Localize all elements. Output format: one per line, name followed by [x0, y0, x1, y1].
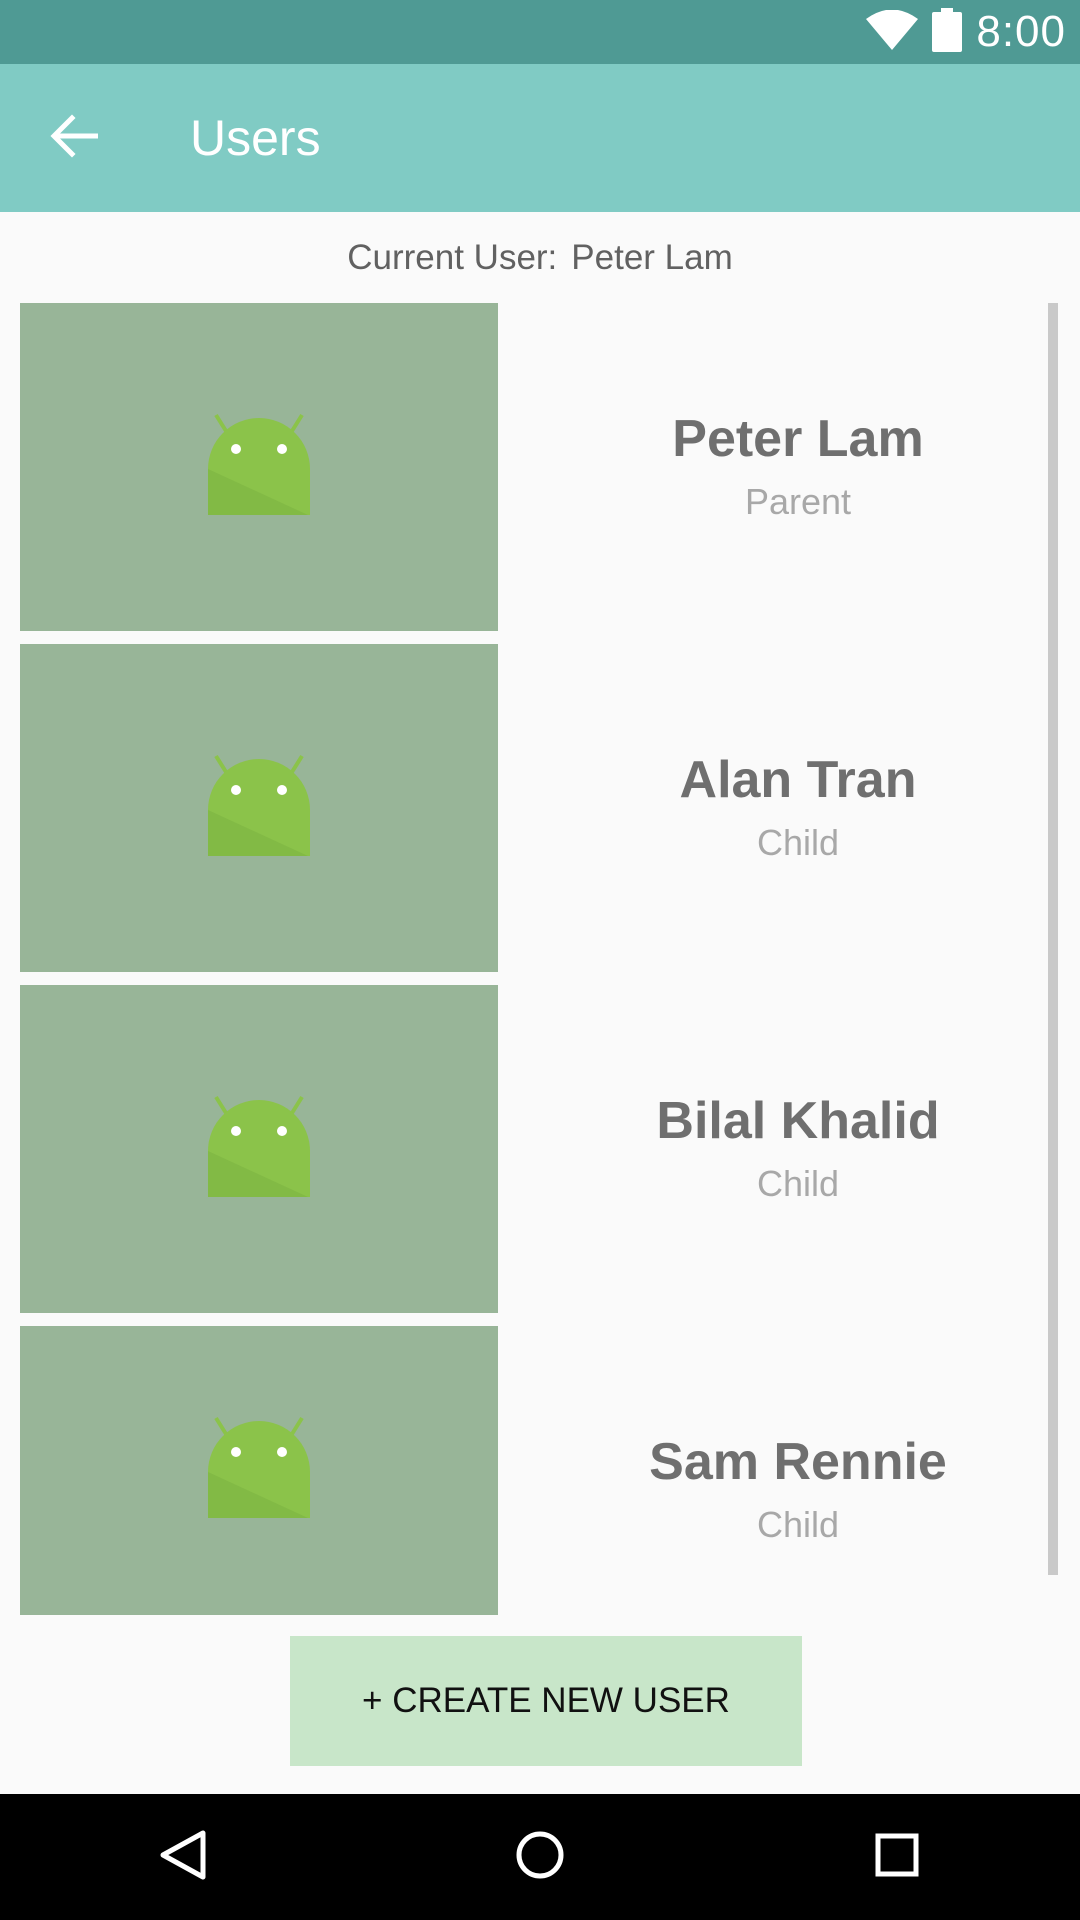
nav-recents-button[interactable] [862, 1822, 932, 1892]
user-role: Child [756, 1163, 840, 1204]
page-title: Users [190, 110, 321, 166]
back-triangle-icon [159, 1829, 207, 1886]
user-name: Peter Lam [672, 410, 924, 468]
user-avatar [20, 644, 498, 972]
user-info: Sam Rennie Child [498, 1326, 1060, 1615]
android-icon [204, 1093, 314, 1206]
user-name: Bilal Khalid [656, 1092, 940, 1150]
user-name: Sam Rennie [649, 1433, 947, 1491]
user-role: Child [756, 1504, 840, 1545]
user-role: Parent [744, 481, 852, 522]
current-user-value: Peter Lam [571, 238, 733, 277]
current-user-line: Current User: Peter Lam [0, 238, 1080, 278]
battery-icon [932, 7, 963, 57]
user-avatar [20, 303, 498, 631]
nav-back-button[interactable] [148, 1822, 218, 1892]
user-info: Peter Lam Parent [498, 303, 1060, 631]
user-role: Child [756, 822, 840, 863]
user-info: Bilal Khalid Child [498, 985, 1060, 1313]
app-bar: Users [0, 64, 1080, 212]
user-avatar [20, 1326, 498, 1615]
user-list-item[interactable]: Peter Lam Parent [20, 303, 1060, 631]
user-name: Alan Tran [679, 751, 917, 809]
status-time: 8:00 [976, 7, 1066, 56]
list-scrollbar[interactable] [1048, 303, 1058, 1575]
create-new-user-button[interactable]: + CREATE NEW USER [290, 1636, 802, 1766]
wifi-icon [866, 9, 919, 55]
nav-home-button[interactable] [505, 1822, 575, 1892]
recents-square-icon [875, 1833, 919, 1882]
home-circle-icon [515, 1830, 565, 1885]
system-nav-bar [0, 1794, 1080, 1920]
user-avatar [20, 985, 498, 1313]
back-button[interactable] [40, 104, 108, 172]
user-list: Peter Lam Parent Alan Tran Child Bilal K… [20, 303, 1060, 1615]
user-info: Alan Tran Child [498, 644, 1060, 972]
user-list-item[interactable]: Bilal Khalid Child [20, 985, 1060, 1313]
arrow-back-icon [50, 113, 99, 163]
android-icon [204, 1414, 314, 1527]
current-user-label: Current User: [347, 238, 558, 277]
user-list-item[interactable]: Sam Rennie Child [20, 1326, 1060, 1615]
status-icons: 8:00 [866, 0, 1066, 64]
android-icon [204, 411, 314, 524]
android-icon [204, 752, 314, 865]
user-list-item[interactable]: Alan Tran Child [20, 644, 1060, 972]
status-bar: 8:00 [0, 0, 1080, 64]
